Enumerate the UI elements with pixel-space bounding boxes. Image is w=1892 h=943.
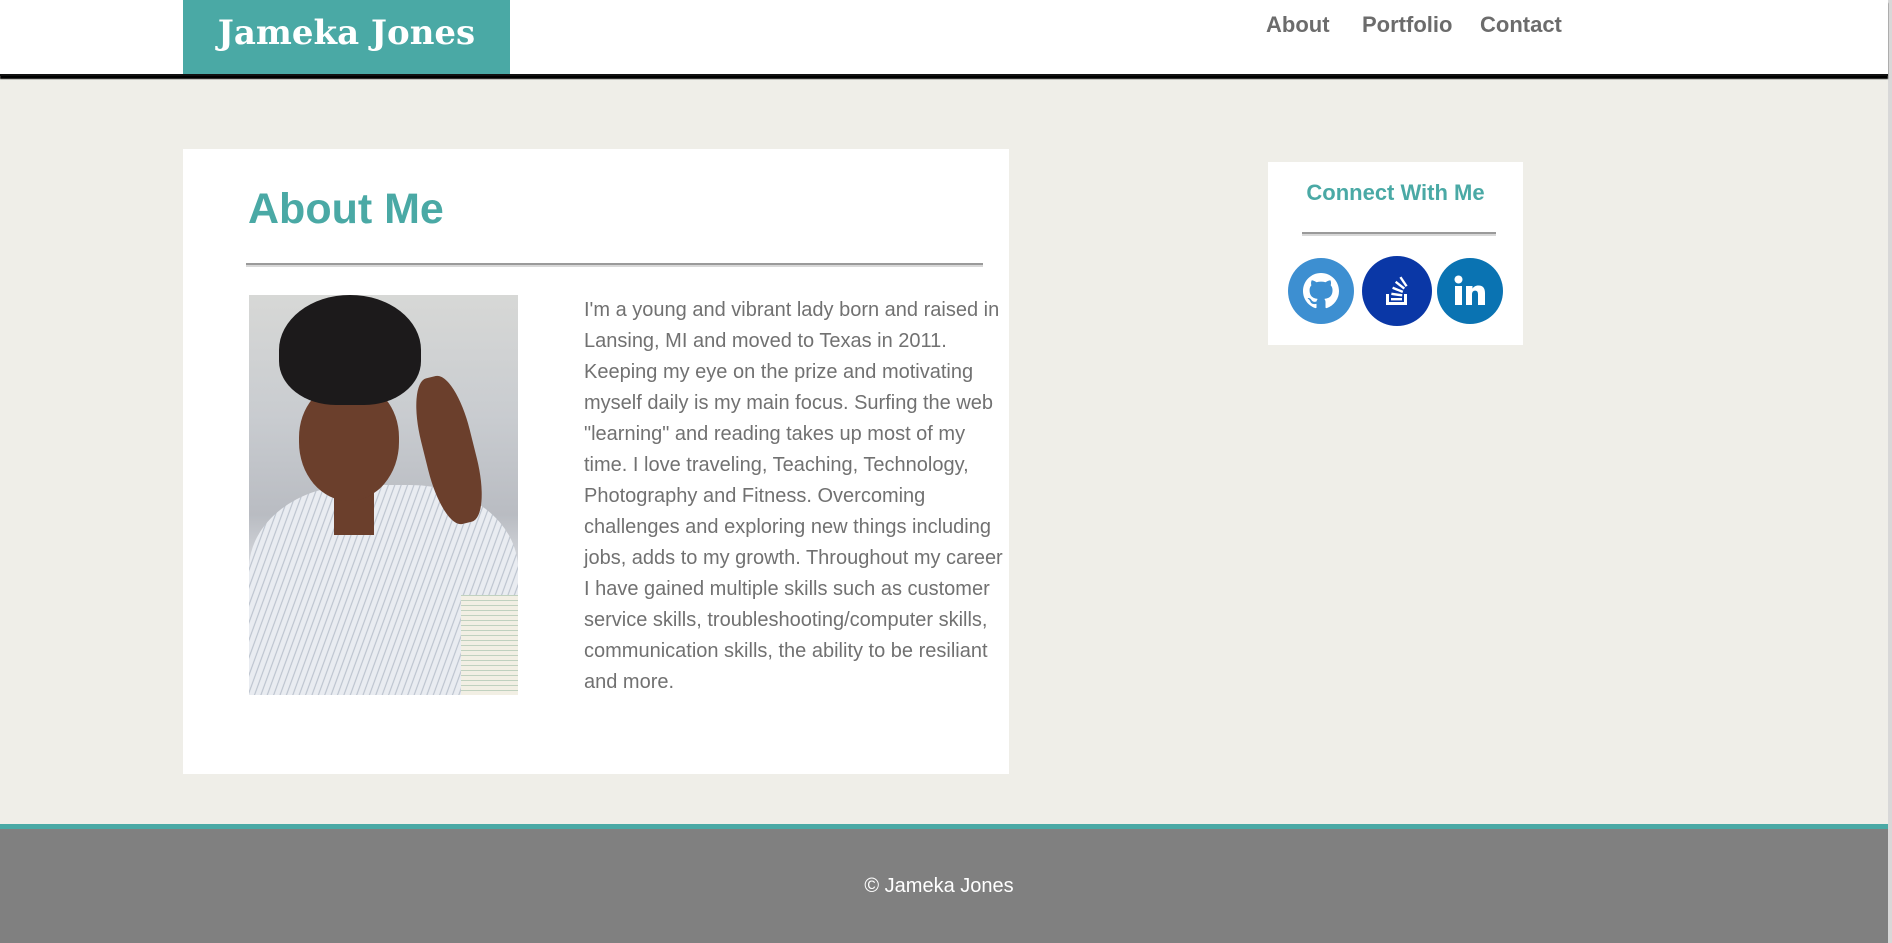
brand-logo-link[interactable]: Jameka Jones (183, 0, 510, 74)
nav-about-link[interactable]: About (1266, 12, 1330, 38)
connect-title: Connect With Me (1306, 180, 1485, 205)
site-footer: © Jameka Jones (0, 829, 1888, 943)
profile-photo (249, 295, 518, 695)
copyright-text: © Jameka Jones (864, 875, 1014, 897)
about-divider (246, 263, 983, 267)
photo-wrapper (183, 295, 584, 697)
about-title: About Me (248, 185, 444, 233)
connect-section: Connect With Me (1268, 162, 1523, 345)
github-icon (1303, 273, 1339, 309)
github-link[interactable] (1288, 258, 1354, 324)
about-section: About Me I'm a young and vibrant lady bo… (183, 149, 1009, 774)
linkedin-link[interactable] (1437, 258, 1503, 324)
about-paragraph: I'm a young and vibrant lady born and ra… (584, 299, 1003, 693)
stackoverflow-icon (1377, 271, 1417, 311)
nav-portfolio-link[interactable]: Portfolio (1362, 12, 1452, 38)
vertical-scrollbar[interactable] (1888, 0, 1892, 943)
linkedin-icon (1450, 271, 1490, 311)
about-text-block: I'm a young and vibrant lady born and ra… (183, 295, 1003, 698)
nav-contact-link[interactable]: Contact (1480, 12, 1562, 38)
stackoverflow-link[interactable] (1362, 256, 1432, 326)
site-header: Jameka Jones About Portfolio Contact (0, 0, 1888, 76)
connect-divider (1302, 232, 1496, 236)
